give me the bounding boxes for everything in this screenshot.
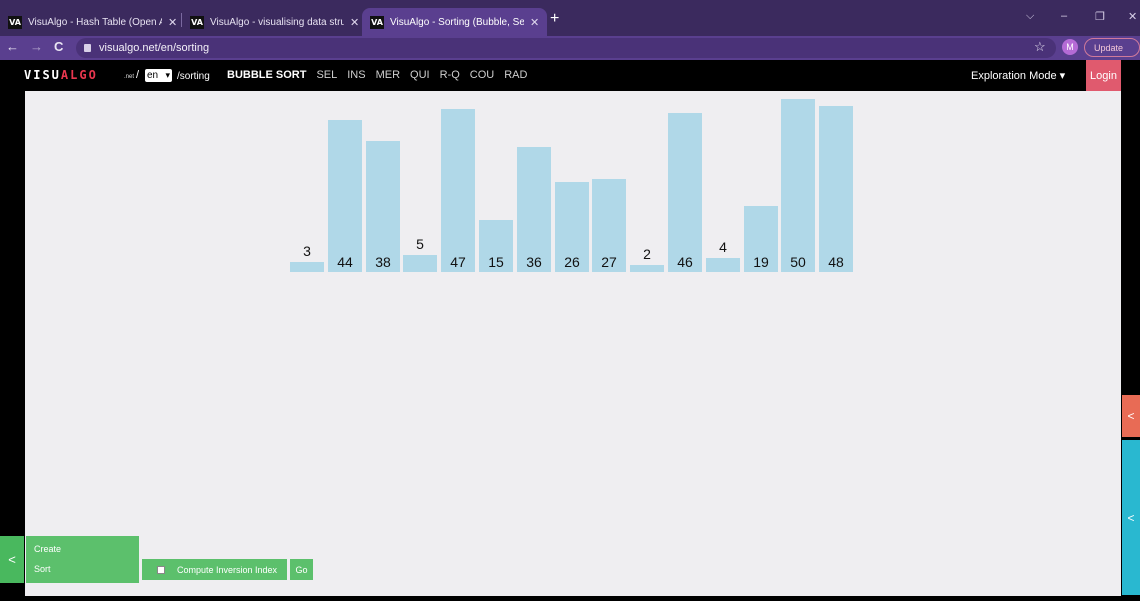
array-bars: 3 44 38 5 47 15 36 26 27 2 46 4 19 50 48	[25, 91, 1121, 391]
path-slash: /	[136, 69, 140, 81]
array-bar	[403, 255, 437, 272]
array-bar	[328, 120, 362, 272]
tab-merge-sort[interactable]: MER	[376, 69, 400, 81]
visualization-canvas: 3 44 38 5 47 15 36 26 27 2 46 4 19 50 48	[25, 91, 1121, 596]
logo-suffix: .net	[124, 74, 135, 80]
array-bar	[630, 265, 664, 272]
tab-insertion-sort[interactable]: INS	[347, 69, 365, 81]
collapse-controls-button[interactable]: <	[0, 536, 24, 583]
close-tab-icon[interactable]: ✕	[168, 16, 177, 29]
browser-tab-strip: VA VisuAlgo - Hash Table (Open Add ✕ VA …	[0, 0, 1140, 36]
tab-title: VisuAlgo - Sorting (Bubble, Selec	[390, 16, 524, 28]
algorithm-nav: BUBBLE SORT SEL INS MER QUI R-Q COU RAD	[227, 69, 527, 81]
minimize-icon[interactable]: –	[1061, 10, 1067, 22]
array-bar	[441, 109, 475, 272]
lock-icon	[84, 44, 91, 52]
array-value-label: 47	[450, 254, 466, 270]
browser-tab-2[interactable]: VA VisuAlgo - visualising data struct ✕	[182, 8, 367, 36]
restore-icon[interactable]: ❐	[1095, 10, 1105, 23]
logo-right-text: ALGO	[60, 68, 98, 82]
visualgo-logo[interactable]: VISUALGO	[24, 68, 98, 82]
language-select[interactable]: en	[145, 69, 172, 82]
url-text: visualgo.net/en/sorting	[99, 42, 210, 54]
codetrace-panel-toggle[interactable]: <	[1122, 440, 1140, 595]
tab-title: VisuAlgo - visualising data struct	[210, 16, 344, 28]
array-value-label: 44	[337, 254, 353, 270]
tab-random-quick-sort[interactable]: R-Q	[440, 69, 460, 81]
site-header: VISUALGO .net / en /sorting BUBBLE SORT …	[0, 60, 1140, 91]
action-panel: Create Sort	[26, 536, 139, 583]
tab-radix-sort[interactable]: RAD	[504, 69, 527, 81]
tab-counting-sort[interactable]: COU	[470, 69, 494, 81]
reload-icon[interactable]: C	[54, 39, 63, 54]
array-value-label: 26	[564, 254, 580, 270]
array-bar	[706, 258, 740, 272]
close-tab-icon[interactable]: ✕	[350, 16, 359, 29]
update-button[interactable]: Update	[1084, 38, 1140, 57]
bookmark-star-icon[interactable]: ☆	[1034, 39, 1046, 55]
address-bar[interactable]: visualgo.net/en/sorting	[76, 38, 1056, 58]
visualgo-favicon-icon: VA	[8, 15, 22, 29]
visualgo-favicon-icon: VA	[370, 15, 384, 29]
array-value-label: 38	[375, 254, 391, 270]
array-bar	[290, 262, 324, 272]
array-value-label: 50	[790, 254, 806, 270]
go-button[interactable]: Go	[290, 559, 313, 580]
logo-left-text: VISU	[24, 68, 61, 82]
array-value-label: 5	[416, 236, 424, 252]
array-value-label: 19	[753, 254, 769, 270]
tab-quick-sort[interactable]: QUI	[410, 69, 430, 81]
array-value-label: 3	[303, 243, 311, 259]
array-bar	[668, 113, 702, 272]
array-value-label: 27	[601, 254, 617, 270]
status-panel-toggle[interactable]: <	[1122, 395, 1140, 437]
array-value-label: 2	[643, 246, 651, 262]
profile-avatar[interactable]: M	[1062, 39, 1078, 55]
forward-icon[interactable]: →	[30, 39, 43, 54]
browser-tab-1[interactable]: VA VisuAlgo - Hash Table (Open Add ✕	[0, 8, 185, 36]
array-bar	[781, 99, 815, 272]
create-action[interactable]: Create	[34, 544, 61, 554]
visualgo-favicon-icon: VA	[190, 15, 204, 29]
close-tab-icon[interactable]: ✕	[530, 16, 539, 29]
new-tab-icon[interactable]: +	[550, 10, 559, 28]
login-button[interactable]: Login	[1086, 60, 1121, 91]
array-bar	[366, 141, 400, 272]
array-value-label: 46	[677, 254, 693, 270]
browser-tab-3-active[interactable]: VA VisuAlgo - Sorting (Bubble, Selec ✕	[362, 8, 548, 36]
array-value-label: 15	[488, 254, 504, 270]
array-bar	[819, 106, 853, 272]
tab-bubble-sort[interactable]: BUBBLE SORT	[227, 69, 306, 81]
inversion-checkbox[interactable]	[157, 565, 165, 574]
tab-title: VisuAlgo - Hash Table (Open Add	[28, 16, 162, 28]
back-icon[interactable]: ←	[6, 39, 19, 54]
inversion-label: Compute Inversion Index	[177, 564, 278, 575]
page-path: /sorting	[177, 71, 210, 82]
array-value-label: 48	[828, 254, 844, 270]
array-value-label: 36	[526, 254, 542, 270]
tab-selection-sort[interactable]: SEL	[316, 69, 337, 81]
tab-search-icon[interactable]: ⌵	[1026, 10, 1034, 23]
mode-dropdown[interactable]: Exploration Mode ▾	[971, 69, 1065, 82]
sort-action[interactable]: Sort	[34, 564, 51, 574]
close-window-icon[interactable]: ✕	[1128, 10, 1137, 23]
array-value-label: 4	[719, 239, 727, 255]
inversion-index-option[interactable]: Compute Inversion Index	[142, 559, 287, 580]
browser-toolbar: ← → C visualgo.net/en/sorting ☆ M Update	[0, 36, 1140, 60]
